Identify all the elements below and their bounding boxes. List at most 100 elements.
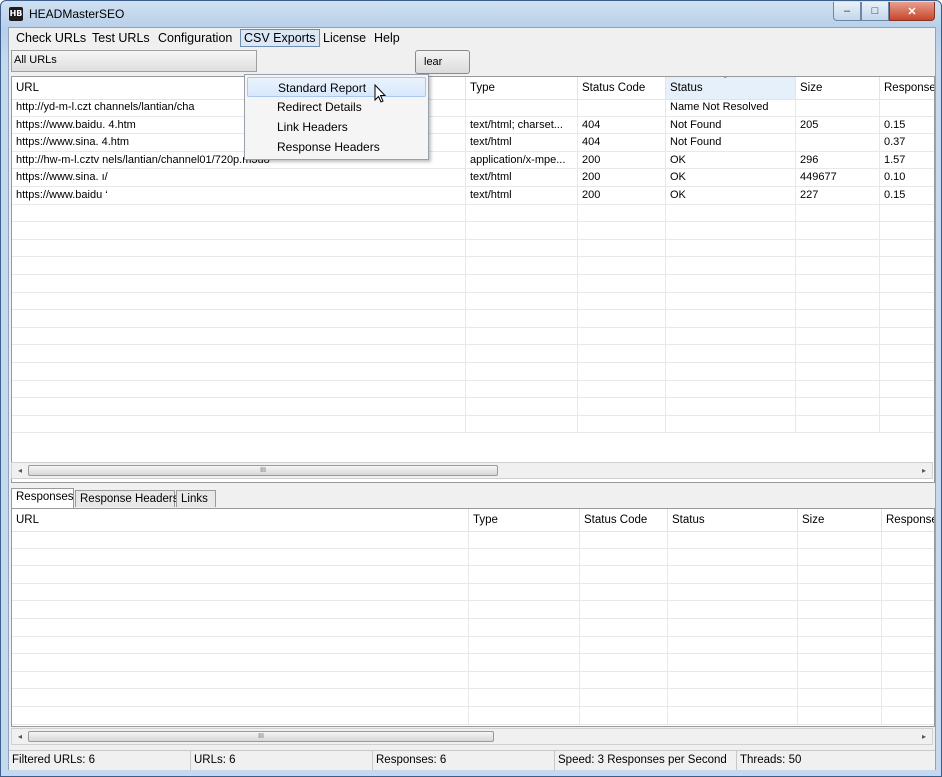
responses-horizontal-scrollbar[interactable]: ◂ III ▸ bbox=[11, 728, 933, 745]
table-cell bbox=[882, 619, 934, 636]
app-window: HB HEADMasterSEO – □ ✕ Check URLs Test U… bbox=[0, 0, 942, 777]
menu-check-urls[interactable]: Check URLs bbox=[13, 30, 89, 46]
table-cell bbox=[882, 531, 934, 548]
column-header-size[interactable]: Size bbox=[798, 509, 882, 531]
app-logo-icon: HB bbox=[9, 7, 23, 21]
cell-size: 449677 bbox=[796, 169, 880, 187]
cell-type bbox=[466, 292, 578, 310]
column-header-url[interactable]: URL bbox=[12, 509, 469, 531]
table-row[interactable]: https://www.baidu. 4.htm text/html; chars… bbox=[12, 116, 934, 135]
table-row[interactable] bbox=[12, 345, 934, 363]
column-header-status-code[interactable]: Status Code bbox=[580, 509, 668, 531]
cell-status bbox=[666, 257, 796, 275]
scroll-thumb[interactable]: III bbox=[28, 731, 494, 742]
scroll-right-icon[interactable]: ▸ bbox=[916, 729, 932, 744]
table-row[interactable]: http://yd-m-l.czt channels/lantian/cha Na… bbox=[12, 99, 934, 117]
cell-status-code bbox=[578, 204, 666, 222]
table-row[interactable] bbox=[12, 292, 934, 311]
table-row[interactable] bbox=[12, 380, 934, 399]
close-button[interactable]: ✕ bbox=[889, 2, 935, 21]
table-cell bbox=[882, 707, 934, 724]
column-header-size[interactable]: Size bbox=[796, 77, 880, 99]
menu-license[interactable]: License bbox=[320, 30, 369, 46]
scroll-left-icon[interactable]: ◂ bbox=[12, 463, 28, 478]
menu-help[interactable]: Help bbox=[371, 30, 403, 46]
cell-response-time bbox=[880, 240, 934, 257]
responses-grid[interactable]: URL Type Status Code Status Size Respons… bbox=[11, 508, 935, 727]
cell-status-code bbox=[578, 310, 666, 328]
table-row[interactable] bbox=[12, 398, 934, 416]
menu-test-urls[interactable]: Test URLs bbox=[89, 30, 153, 46]
cell-response-time bbox=[880, 363, 934, 380]
cell-status-code: 404 bbox=[578, 116, 666, 134]
table-cell bbox=[798, 619, 882, 636]
table-row[interactable] bbox=[12, 415, 934, 434]
table-row[interactable] bbox=[12, 257, 934, 275]
cell-url bbox=[12, 292, 466, 310]
cell-size bbox=[796, 310, 880, 328]
column-header-status-code[interactable]: Status Code bbox=[578, 77, 666, 99]
menu-item-link-headers[interactable]: Link Headers bbox=[247, 117, 426, 137]
column-header-response[interactable]: Response bbox=[882, 509, 934, 531]
menu-csv-exports[interactable]: CSV Exports bbox=[240, 29, 320, 47]
table-cell bbox=[668, 601, 798, 619]
scroll-thumb[interactable]: III bbox=[28, 465, 498, 476]
cell-type bbox=[466, 239, 578, 257]
table-cell bbox=[580, 601, 668, 619]
cell-status bbox=[666, 239, 796, 257]
cell-status-code bbox=[578, 99, 666, 116]
cell-status-code bbox=[578, 257, 666, 275]
status-urls: URLs: 6 bbox=[191, 751, 373, 770]
column-header-type[interactable]: Type bbox=[466, 77, 578, 99]
menu-item-response-headers[interactable]: Response Headers bbox=[247, 137, 426, 157]
minimize-button[interactable]: – bbox=[833, 2, 861, 21]
table-cell bbox=[798, 566, 882, 584]
column-header-type[interactable]: Type bbox=[469, 509, 580, 531]
menu-item-standard-report[interactable]: Standard Report bbox=[247, 77, 426, 97]
table-cell bbox=[12, 636, 469, 654]
results-grid[interactable]: URL Type Status Code Status ˆ Size Respo… bbox=[11, 76, 935, 483]
table-row[interactable]: https://www.sina. ı/text/html 200 OK 449677… bbox=[12, 169, 934, 187]
results-horizontal-scrollbar[interactable]: ◂ III ▸ bbox=[11, 462, 933, 479]
table-cell bbox=[580, 548, 668, 566]
column-header-status[interactable]: Status bbox=[668, 509, 798, 531]
scroll-left-icon[interactable]: ◂ bbox=[12, 729, 28, 744]
table-row bbox=[12, 619, 934, 637]
cell-size: 227 bbox=[796, 187, 880, 204]
tab-responses[interactable]: Responses bbox=[11, 488, 74, 508]
cell-status-code bbox=[578, 363, 666, 380]
cell-type: text/html bbox=[466, 169, 578, 187]
menu-item-redirect-details[interactable]: Redirect Details bbox=[247, 97, 426, 117]
clear-button[interactable]: lear bbox=[415, 50, 470, 74]
title-bar[interactable]: HB HEADMasterSEO – □ ✕ bbox=[1, 1, 941, 27]
table-row[interactable] bbox=[12, 204, 934, 223]
table-row[interactable] bbox=[12, 310, 934, 328]
column-header-response-time[interactable]: Response T bbox=[880, 77, 934, 99]
cell-url bbox=[12, 363, 466, 380]
cell-type bbox=[466, 204, 578, 222]
url-filter-select[interactable]: All URLs bbox=[11, 50, 257, 72]
cell-response-time bbox=[880, 99, 934, 116]
maximize-button[interactable]: □ bbox=[861, 2, 889, 21]
column-header-status[interactable]: Status ˆ bbox=[666, 77, 796, 99]
table-row[interactable] bbox=[12, 363, 934, 381]
table-row[interactable] bbox=[12, 275, 934, 293]
table-row[interactable]: https://www.sina. 4.htm text/html 404 Not F… bbox=[12, 134, 934, 152]
cell-response-time bbox=[880, 310, 934, 327]
tab-links[interactable]: Links bbox=[176, 490, 216, 507]
cell-type bbox=[466, 222, 578, 240]
table-row[interactable] bbox=[12, 222, 934, 240]
cell-size bbox=[796, 99, 880, 116]
tab-response-headers[interactable]: Response Headers bbox=[75, 490, 178, 507]
menu-bar: Check URLs Test URLs Configuration CSV E… bbox=[9, 28, 935, 48]
table-row bbox=[12, 689, 934, 707]
table-row[interactable] bbox=[12, 239, 934, 258]
table-row[interactable]: https://www.baidu ‘text/html 200 OK 227 0.15 bbox=[12, 187, 934, 205]
scroll-right-icon[interactable]: ▸ bbox=[916, 463, 932, 478]
table-row bbox=[12, 654, 934, 672]
cell-status-code: 200 bbox=[578, 187, 666, 204]
table-row[interactable] bbox=[12, 327, 934, 346]
table-row[interactable]: http://hw-m-l.cztv nels/lantian/channel0… bbox=[12, 151, 934, 170]
menu-configuration[interactable]: Configuration bbox=[155, 30, 235, 46]
cell-status-code bbox=[578, 415, 666, 433]
